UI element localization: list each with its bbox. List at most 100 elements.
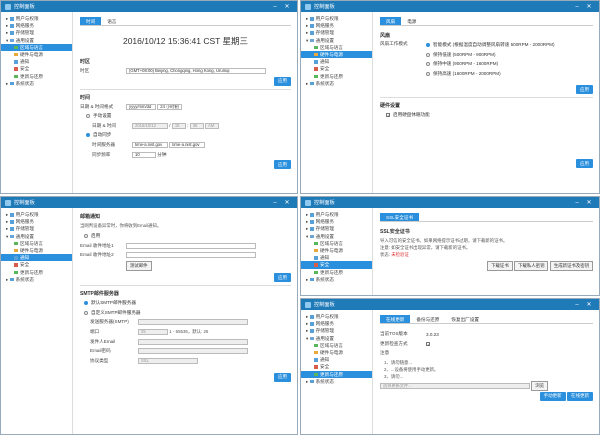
server-input[interactable]: time-a.nist.gov: [132, 141, 168, 148]
sidebar-item-hardware[interactable]: 硬件与电源: [301, 349, 372, 356]
sidebar-item-general[interactable]: ▾ 通用设置: [301, 335, 372, 342]
sidebar-item-hardware[interactable]: 硬件与电源: [301, 247, 372, 254]
tab-fan[interactable]: 风扇: [380, 17, 402, 25]
apply-button[interactable]: 应用: [274, 76, 291, 86]
time-format-select[interactable]: 24 小时制: [157, 103, 183, 110]
sidebar-item-users[interactable]: ▸ 用户与权限: [1, 15, 72, 22]
protocol-select[interactable]: SSL: [138, 357, 198, 364]
sidebar-item-network[interactable]: ▸ 网络服务: [301, 320, 372, 327]
apply-button-2[interactable]: 应用: [274, 372, 291, 382]
sidebar-item-storage[interactable]: ▸ 存储管理: [301, 225, 372, 232]
online-update-button[interactable]: 在线更新: [567, 391, 593, 401]
port-input[interactable]: 25: [138, 328, 168, 335]
sidebar-item-general[interactable]: ▾ 通用设置: [301, 37, 372, 44]
sidebar-item-network[interactable]: ▸ 网络服务: [301, 218, 372, 225]
tab-online-update[interactable]: 在线更新: [380, 315, 411, 323]
apply-button[interactable]: 应用: [274, 273, 291, 283]
sidebar-item-security[interactable]: 安全: [1, 65, 72, 72]
sidebar-item-security[interactable]: 安全: [301, 65, 372, 72]
sidebar-item-update[interactable]: 更新与还原: [301, 73, 372, 80]
sidebar-item-update[interactable]: 更新与还原: [1, 269, 72, 276]
close-icon[interactable]: ✕: [281, 3, 293, 10]
sidebar-item-update[interactable]: 更新与还原: [301, 269, 372, 276]
smtp-default-radio[interactable]: [84, 301, 88, 306]
fan-low-radio[interactable]: [426, 52, 430, 57]
browse-button[interactable]: 浏览: [531, 380, 549, 391]
sidebar-item-status[interactable]: ▸ 系统状态: [1, 276, 72, 283]
sidebar-item-status[interactable]: ▸ 系统状态: [301, 80, 372, 87]
close-icon[interactable]: ✕: [281, 199, 293, 206]
sidebar-item-security[interactable]: 安全: [1, 261, 72, 268]
sidebar-item-notify[interactable]: 通知: [301, 58, 372, 65]
sidebar-item-network[interactable]: ▸ 网络服务: [1, 22, 72, 29]
sidebar-item-users[interactable]: ▸ 用户与权限: [1, 211, 72, 218]
date-input[interactable]: 2016/10/12: [132, 122, 168, 129]
sidebar-item-notify[interactable]: 通知: [1, 254, 72, 262]
tab-ssl[interactable]: SSL安全证书: [380, 213, 420, 221]
close-icon[interactable]: ✕: [583, 301, 595, 308]
date-format-select[interactable]: yyyy/mm/dd: [126, 103, 156, 110]
sidebar-item-update[interactable]: 更新与还原: [1, 73, 72, 80]
fan-mid-radio[interactable]: [426, 62, 430, 67]
freq-input[interactable]: 10: [132, 151, 156, 158]
minimize-icon[interactable]: –: [571, 4, 583, 10]
sidebar-item-hardware[interactable]: 硬件与电源: [1, 51, 72, 58]
password-input[interactable]: [138, 348, 248, 355]
sidebar-item-region[interactable]: 区域与语言: [1, 240, 72, 247]
sidebar-item-hardware[interactable]: 硬件与电源: [1, 247, 72, 254]
update-file-input[interactable]: 选择更新文件...: [380, 382, 530, 389]
sidebar-item-status[interactable]: ▸ 系统状态: [301, 276, 372, 283]
sidebar-item-users[interactable]: ▸ 用户与权限: [301, 313, 372, 320]
hour-input[interactable]: 15: [171, 122, 186, 129]
tab-power[interactable]: 电源: [401, 17, 422, 25]
timezone-select[interactable]: (GMT+08:00) Beijing, Chongqing, Hong Kon…: [126, 68, 266, 74]
apply-button-2[interactable]: 应用: [576, 159, 593, 169]
sidebar-item-storage[interactable]: ▸ 存储管理: [1, 29, 72, 36]
sidebar-item-notify[interactable]: 通知: [1, 58, 72, 65]
sidebar-item-status[interactable]: ▸ 系统状态: [301, 378, 372, 385]
sidebar-item-general[interactable]: ▾ 通用设置: [301, 233, 372, 240]
sidebar-item-update[interactable]: 更新与还原: [301, 370, 372, 378]
sidebar-item-general[interactable]: ▾ 通用设置: [1, 37, 72, 44]
tab-language[interactable]: 语言: [101, 17, 122, 25]
email2-input[interactable]: [126, 252, 256, 259]
minimize-icon[interactable]: –: [571, 302, 583, 308]
auto-check-checkbox[interactable]: ✓: [426, 341, 430, 346]
sidebar-item-users[interactable]: ▸ 用户与权限: [301, 211, 372, 218]
sidebar-item-region[interactable]: 区域与语言: [301, 240, 372, 247]
sidebar-item-storage[interactable]: ▸ 存储管理: [301, 327, 372, 334]
ampm-select[interactable]: AM: [204, 122, 219, 129]
sidebar-item-notify[interactable]: 通知: [301, 254, 372, 261]
tab-time[interactable]: 时间: [80, 17, 102, 25]
hdd-sleep-checkbox[interactable]: ✓: [386, 113, 390, 118]
tab-factory-reset[interactable]: 恢复出厂设置: [445, 315, 485, 323]
sidebar-item-storage[interactable]: ▸ 存储管理: [301, 29, 372, 36]
enable-radio[interactable]: [84, 234, 88, 238]
email1-input[interactable]: [126, 242, 256, 249]
test-mail-button[interactable]: 测试邮件: [126, 261, 152, 272]
apply-button[interactable]: 应用: [576, 85, 593, 95]
download-key-button[interactable]: 下载私人密钥: [514, 261, 549, 271]
sidebar-item-notify[interactable]: 通知: [301, 356, 372, 363]
auto-sync-radio[interactable]: [86, 133, 90, 138]
minimize-icon[interactable]: –: [571, 200, 583, 206]
sender-input[interactable]: [138, 338, 248, 345]
sidebar-item-security[interactable]: 安全: [301, 363, 372, 370]
minimize-icon[interactable]: –: [269, 200, 281, 206]
apply-button-2[interactable]: 应用: [274, 160, 291, 170]
sidebar-item-storage[interactable]: ▸ 存储管理: [1, 225, 72, 232]
sidebar-item-region[interactable]: 区域与语言: [301, 44, 372, 51]
smtp-server-input[interactable]: [138, 319, 248, 326]
fan-high-radio[interactable]: [426, 71, 430, 76]
minimize-icon[interactable]: –: [269, 4, 281, 10]
sidebar-item-region[interactable]: 区域与语言: [1, 43, 72, 51]
sidebar-item-security[interactable]: 安全: [301, 261, 372, 269]
minute-input[interactable]: 36: [189, 122, 204, 129]
manual-update-button[interactable]: 手动更新: [539, 391, 566, 401]
smtp-custom-radio[interactable]: [84, 310, 88, 315]
fan-smart-radio[interactable]: [426, 43, 430, 47]
sidebar-item-users[interactable]: ▸ 用户与权限: [301, 15, 372, 22]
close-icon[interactable]: ✕: [583, 199, 595, 206]
tab-backup-restore[interactable]: 备份与还原: [410, 315, 445, 323]
server-select[interactable]: time-a.nist.gov: [169, 141, 206, 148]
